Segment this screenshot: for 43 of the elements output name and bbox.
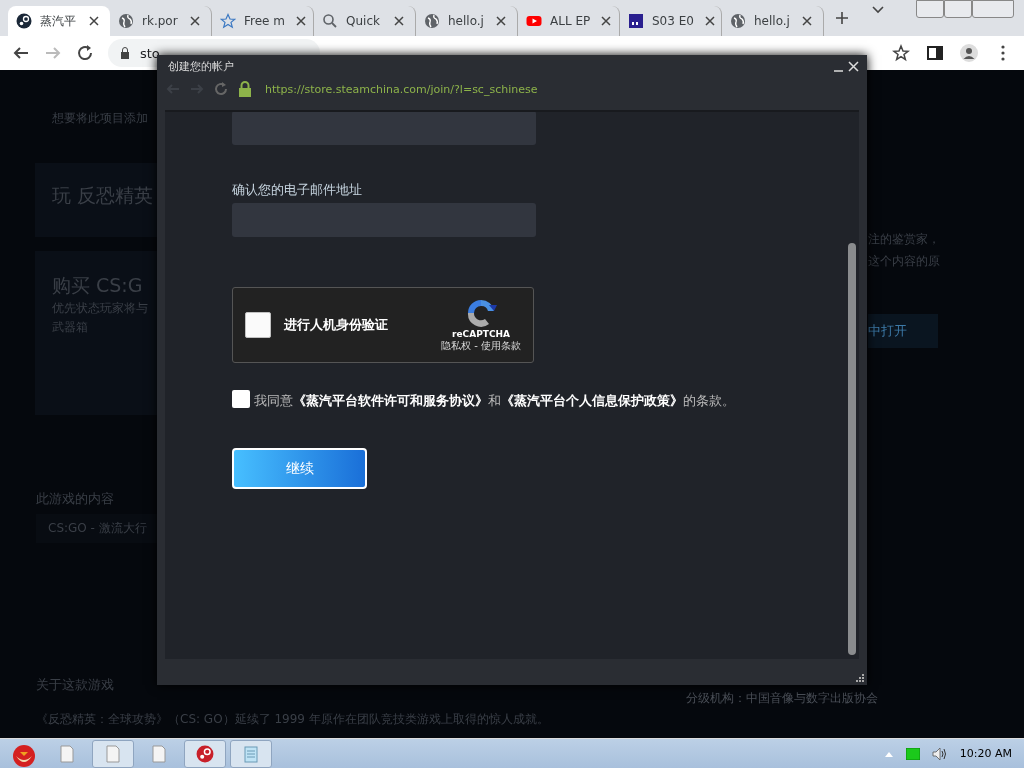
close-icon[interactable] — [848, 60, 859, 72]
tab-title: S03 E0 — [652, 14, 694, 28]
speaker-icon[interactable] — [931, 746, 948, 761]
steam-logo-icon[interactable] — [196, 744, 214, 763]
tab-title: Free m — [244, 14, 285, 28]
star-icon[interactable] — [892, 44, 910, 62]
captcha-checkbox[interactable] — [245, 312, 271, 338]
captcha-links[interactable]: 隐私权 - 使用条款 — [441, 339, 521, 353]
agree-checkbox[interactable] — [232, 390, 250, 408]
tab-title: hello.j — [448, 14, 485, 28]
browser-tab[interactable]: 蒸汽平 — [8, 6, 110, 36]
url-text: https://store.steamchina.com/join/?l=sc_schinese — [265, 82, 538, 96]
search-icon — [322, 13, 338, 29]
profile-icon[interactable] — [960, 44, 978, 62]
agreement-text: 我同意《蒸汽平台软件许可和服务协议》和《蒸汽平台个人信息保护政策》的条款。 — [254, 392, 735, 410]
minimize-button[interactable] — [916, 0, 944, 18]
star-icon — [220, 13, 236, 29]
email-field[interactable] — [232, 112, 536, 145]
tab-title: ALL EP — [550, 14, 591, 28]
resize-grip-icon[interactable] — [855, 673, 865, 683]
globe-icon — [730, 13, 746, 29]
close-button[interactable] — [972, 0, 1014, 18]
scrollbar-thumb[interactable] — [848, 243, 856, 655]
tab-title: rk.por — [142, 14, 179, 28]
field-label: 确认您的电子邮件地址 — [232, 181, 363, 199]
side-panel-icon[interactable] — [926, 44, 944, 62]
clock[interactable]: 10:20 AM — [959, 747, 1012, 760]
lock-icon — [237, 81, 253, 97]
globe-icon — [118, 13, 134, 29]
steam-logo-icon — [16, 13, 32, 29]
captcha-brand: reCAPTCHA — [452, 329, 510, 339]
rating-text: 分级机构：中国音像与数字出版协会 — [686, 690, 878, 707]
square-icon — [628, 13, 644, 29]
tab-title: hello.j — [754, 14, 791, 28]
tab-title: 蒸汽平 — [40, 12, 77, 30]
open-button[interactable]: 中打开 — [868, 314, 938, 348]
reload-icon[interactable] — [76, 44, 94, 62]
new-tab-icon[interactable] — [834, 10, 850, 26]
play-icon — [526, 13, 542, 29]
tab-title: Quick — [346, 14, 381, 28]
captcha-label: 进行人机身份验证 — [284, 316, 388, 334]
maximize-button[interactable] — [944, 0, 972, 18]
globe-icon — [424, 13, 440, 29]
